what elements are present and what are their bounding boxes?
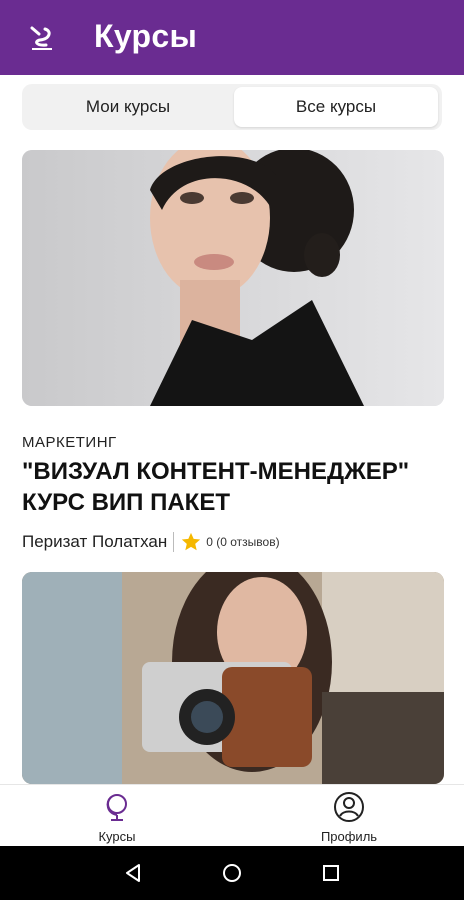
course-meta: Перизат Полатхан 0 (0 отзывов) <box>22 530 280 554</box>
home-icon[interactable] <box>221 862 243 884</box>
course-photo-camera <box>22 572 444 784</box>
course-title[interactable]: "ВИЗУАЛ КОНТЕНТ-МЕНЕДЖЕР" КУРС ВИП ПАКЕТ <box>22 456 442 518</box>
course-author: Перизат Полатхан <box>22 532 168 551</box>
meta-divider <box>173 532 175 552</box>
courses-tab-switcher: Мои курсы Все курсы <box>22 84 442 130</box>
app-bar: Курсы <box>0 0 464 75</box>
course-cover-image[interactable] <box>22 150 444 406</box>
course-cover-image-2[interactable] <box>22 572 444 784</box>
globe-icon <box>106 794 127 821</box>
profile-icon <box>334 792 364 822</box>
course-rating: 0 (0 отзывов) <box>206 535 280 549</box>
back-icon[interactable] <box>122 862 144 884</box>
app-logo-icon <box>30 26 52 50</box>
star-icon <box>182 532 201 551</box>
course-photo-woman <box>22 150 444 406</box>
nav-item-courses[interactable]: Курсы <box>57 785 177 847</box>
nav-label-courses: Курсы <box>98 829 136 844</box>
page-title: Курсы <box>94 18 198 54</box>
tab-all-courses[interactable]: Все курсы <box>234 87 438 127</box>
system-navigation-bar <box>0 846 464 900</box>
nav-item-profile[interactable]: Профиль <box>289 785 409 847</box>
recents-icon[interactable] <box>320 862 342 884</box>
bottom-navigation: Курсы Профиль <box>0 784 464 847</box>
course-category: МАРКЕТИНГ <box>22 434 117 451</box>
nav-label-profile: Профиль <box>320 829 378 844</box>
tab-my-courses[interactable]: Мои курсы <box>26 87 230 127</box>
